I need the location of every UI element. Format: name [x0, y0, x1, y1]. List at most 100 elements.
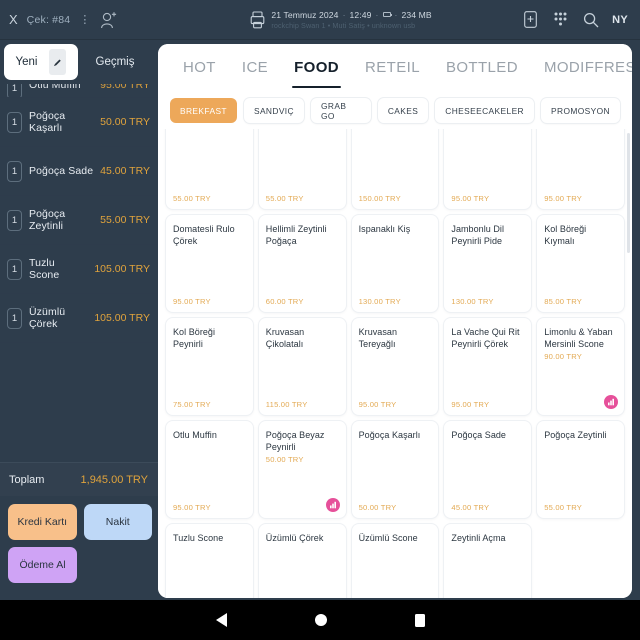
tab-hot[interactable]: HOT — [170, 44, 229, 90]
product-price: 75.00 TRY — [173, 400, 211, 409]
take-payment-button[interactable]: Ödeme Al — [8, 547, 77, 583]
pencil-icon[interactable] — [49, 49, 67, 75]
product-card[interactable]: 150.00 TRY — [351, 129, 439, 209]
search-icon[interactable] — [582, 11, 599, 28]
cash-button[interactable]: Nakit — [83, 504, 152, 540]
order-item-price: 45.00 TRY — [100, 165, 150, 177]
order-item-price: 105.00 TRY — [94, 263, 150, 275]
product-card[interactable]: Kol Böreği Peynirli 75.00 TRY — [166, 318, 253, 415]
product-name: Poğoça Zeytinli — [544, 430, 607, 440]
recents-icon[interactable] — [414, 613, 425, 627]
top-bar: X Çek: #84 ⋮ 21 Temmuz 2024 · 12:49 · · … — [0, 0, 640, 40]
chip-sandviç[interactable]: SANDVIÇ — [243, 98, 304, 123]
tab-modiffres[interactable]: MODIFFRES — [531, 44, 632, 90]
add-person-icon[interactable] — [100, 10, 118, 30]
order-item-row[interactable]: 1 Üzümlü Çörek 105.00 TRY — [0, 294, 158, 343]
product-price: 95.00 TRY — [173, 503, 211, 512]
user-initials-label[interactable]: NY — [612, 14, 628, 26]
stock-badge-icon[interactable] — [325, 498, 340, 512]
product-grid-wrap[interactable]: 55.00 TRY 55.00 TRY 150.00 TRY 95.00 TRY 95.… — [158, 129, 632, 598]
product-card[interactable]: Ispanaklı Kiş 130.00 TRY — [351, 215, 439, 312]
product-price: 60.00 TRY — [265, 297, 304, 306]
product-name: La Vache Qui Rit Peynirli Çörek — [451, 327, 520, 350]
chip-cakes[interactable]: CAKES — [377, 98, 429, 123]
product-name: Üzümlü Scone — [358, 533, 418, 543]
product-card[interactable]: 55.00 TRY — [258, 129, 346, 209]
product-card[interactable]: Zeytinli Açma85.00 TRY — [444, 524, 532, 598]
check-number-label[interactable]: Çek: #84 — [27, 14, 71, 26]
top-bar-right: NY — [522, 11, 640, 28]
order-item-qty: 1 — [7, 258, 22, 280]
product-card[interactable]: Domatesli Rulo Çörek 95.00 TRY — [166, 215, 253, 312]
product-card[interactable]: 55.00 TRY — [166, 129, 253, 209]
catalog-panel: HOT ICE FOOD RETEIL BOTTLED MODIFFRES BREKFAS… — [158, 44, 632, 598]
product-price: 85.00 TRY — [544, 297, 583, 306]
kebab-menu-icon[interactable]: ⋮ — [79, 13, 91, 26]
keypad-icon[interactable] — [552, 11, 569, 28]
product-card[interactable]: Limonlu & Yaban Mersinli Scone 90.00 TRY — [537, 318, 624, 415]
tablet-plus-icon[interactable] — [522, 11, 539, 28]
status-text-group: 21 Temmuz 2024 · 12:49 · · 234 MB rockch… — [271, 10, 431, 30]
order-item-name: Tuzlu Scone — [29, 257, 60, 281]
order-item-price: 50.00 TRY — [100, 116, 150, 128]
product-card[interactable]: Jambonlu Dil Peynirli Pide 130.00 TRY — [444, 215, 532, 312]
order-item-name: Üzümlü Çörek — [29, 306, 66, 330]
grid-scrollbar[interactable] — [627, 133, 630, 253]
status-date: 21 Temmuz 2024 — [271, 9, 339, 20]
product-price: 130.00 TRY — [358, 297, 401, 306]
back-icon[interactable] — [215, 613, 227, 627]
printer-icon — [250, 10, 265, 29]
close-icon[interactable]: X — [9, 13, 18, 26]
chip-grab-go[interactable]: GRAB GO — [310, 98, 371, 123]
product-name: Ispanaklı Kiş — [358, 224, 411, 234]
product-card[interactable]: Poğoça Beyaz Peynirli 50.00 TRY — [258, 421, 346, 518]
order-item-row[interactable]: 1 Poğoça Zeytinli 55.00 TRY — [0, 196, 158, 245]
product-price: 45.00 TRY — [451, 503, 490, 512]
stock-badge-icon[interactable] — [604, 395, 618, 409]
product-card[interactable]: Kruvasan Çikolatalı 115.00 TRY — [258, 318, 346, 415]
tab-ice[interactable]: ICE — [229, 44, 281, 90]
order-item-row[interactable]: 1 Otlu Muffin 95.00 TRY — [0, 84, 158, 98]
product-name: Kruvasan Çikolatalı — [265, 327, 305, 350]
product-card[interactable]: Hellimli Zeytinli Poğaça 60.00 TRY — [258, 215, 346, 312]
order-item-row[interactable]: 1 Poğoça Sade 45.00 TRY — [0, 147, 158, 196]
product-card[interactable]: Kruvasan Tereyağlı 95.00 TRY — [351, 318, 439, 415]
tab-food[interactable]: FOOD — [281, 44, 352, 90]
product-name: Kol Böreği Peynirli — [173, 327, 216, 350]
order-item-row[interactable]: 1 Tuzlu Scone 105.00 TRY — [0, 245, 158, 294]
subcategory-chips: BREKFAST SANDVIÇ GRAB GO CAKES CHESEECAKELER… — [158, 90, 632, 129]
chip-promosyon[interactable]: PROMOSYON — [541, 98, 620, 123]
product-card[interactable]: Tuzlu Scone105.00 TRY — [166, 524, 253, 598]
product-card[interactable]: Kol Böreği Kıymalı 85.00 TRY — [537, 215, 624, 312]
product-card[interactable]: Poğoça Sade 45.00 TRY — [444, 421, 532, 518]
credit-card-button[interactable]: Kredi Kartı — [8, 504, 77, 540]
pos-app-screen: X Çek: #84 ⋮ 21 Temmuz 2024 · 12:49 · · … — [0, 0, 640, 640]
tab-reteil[interactable]: RETEIL — [352, 44, 433, 90]
product-price: 55.00 TRY — [544, 503, 583, 512]
home-icon[interactable] — [314, 614, 327, 626]
status-sep-3: · — [394, 9, 398, 20]
product-card[interactable]: Poğoça Kaşarlı 50.00 TRY — [351, 421, 439, 518]
product-card[interactable]: Poğoça Zeytinli 55.00 TRY — [537, 421, 624, 518]
tab-new-order[interactable]: Yeni — [4, 44, 78, 80]
product-card[interactable]: Otlu Muffin 95.00 TRY — [166, 421, 253, 518]
product-card[interactable]: 95.00 TRY — [444, 129, 532, 209]
status-sep-2: · — [375, 9, 379, 20]
chip-cheseecakeler[interactable]: CHESEECAKELER — [435, 98, 535, 123]
order-sidebar: Yeni Geçmiş 1 Otlu Muffin 95.00 TRY 1 Poğoça… — [0, 40, 158, 600]
tab-bottled[interactable]: BOTTLED — [433, 44, 531, 90]
product-card[interactable]: La Vache Qui Rit Peynirli Çörek 95.00 TRY — [444, 318, 532, 415]
product-name: Poğoça Kaşarlı — [358, 430, 421, 440]
tab-order-history[interactable]: Geçmiş — [78, 44, 152, 80]
order-items-list[interactable]: 1 Otlu Muffin 95.00 TRY 1 Poğoça Kaşarlı 50.0… — [0, 84, 158, 462]
product-name: Kruvasan Tereyağlı — [358, 327, 398, 350]
chip-brekfast[interactable]: BREKFAST — [170, 98, 237, 123]
product-name: Limonlu & Yaban Mersinli Scone — [544, 327, 613, 350]
product-card[interactable]: Üzümlü Scone125.00 TRY — [351, 524, 439, 598]
product-price: 95.00 TRY — [173, 297, 211, 306]
battery-icon — [382, 12, 393, 17]
product-card[interactable]: 95.00 TRY — [537, 129, 624, 209]
order-item-name: Poğoça Sade — [29, 165, 94, 177]
order-item-row[interactable]: 1 Poğoça Kaşarlı 50.00 TRY — [0, 98, 158, 147]
product-card[interactable]: Üzümlü Çörek105.00 TRY — [258, 524, 346, 598]
